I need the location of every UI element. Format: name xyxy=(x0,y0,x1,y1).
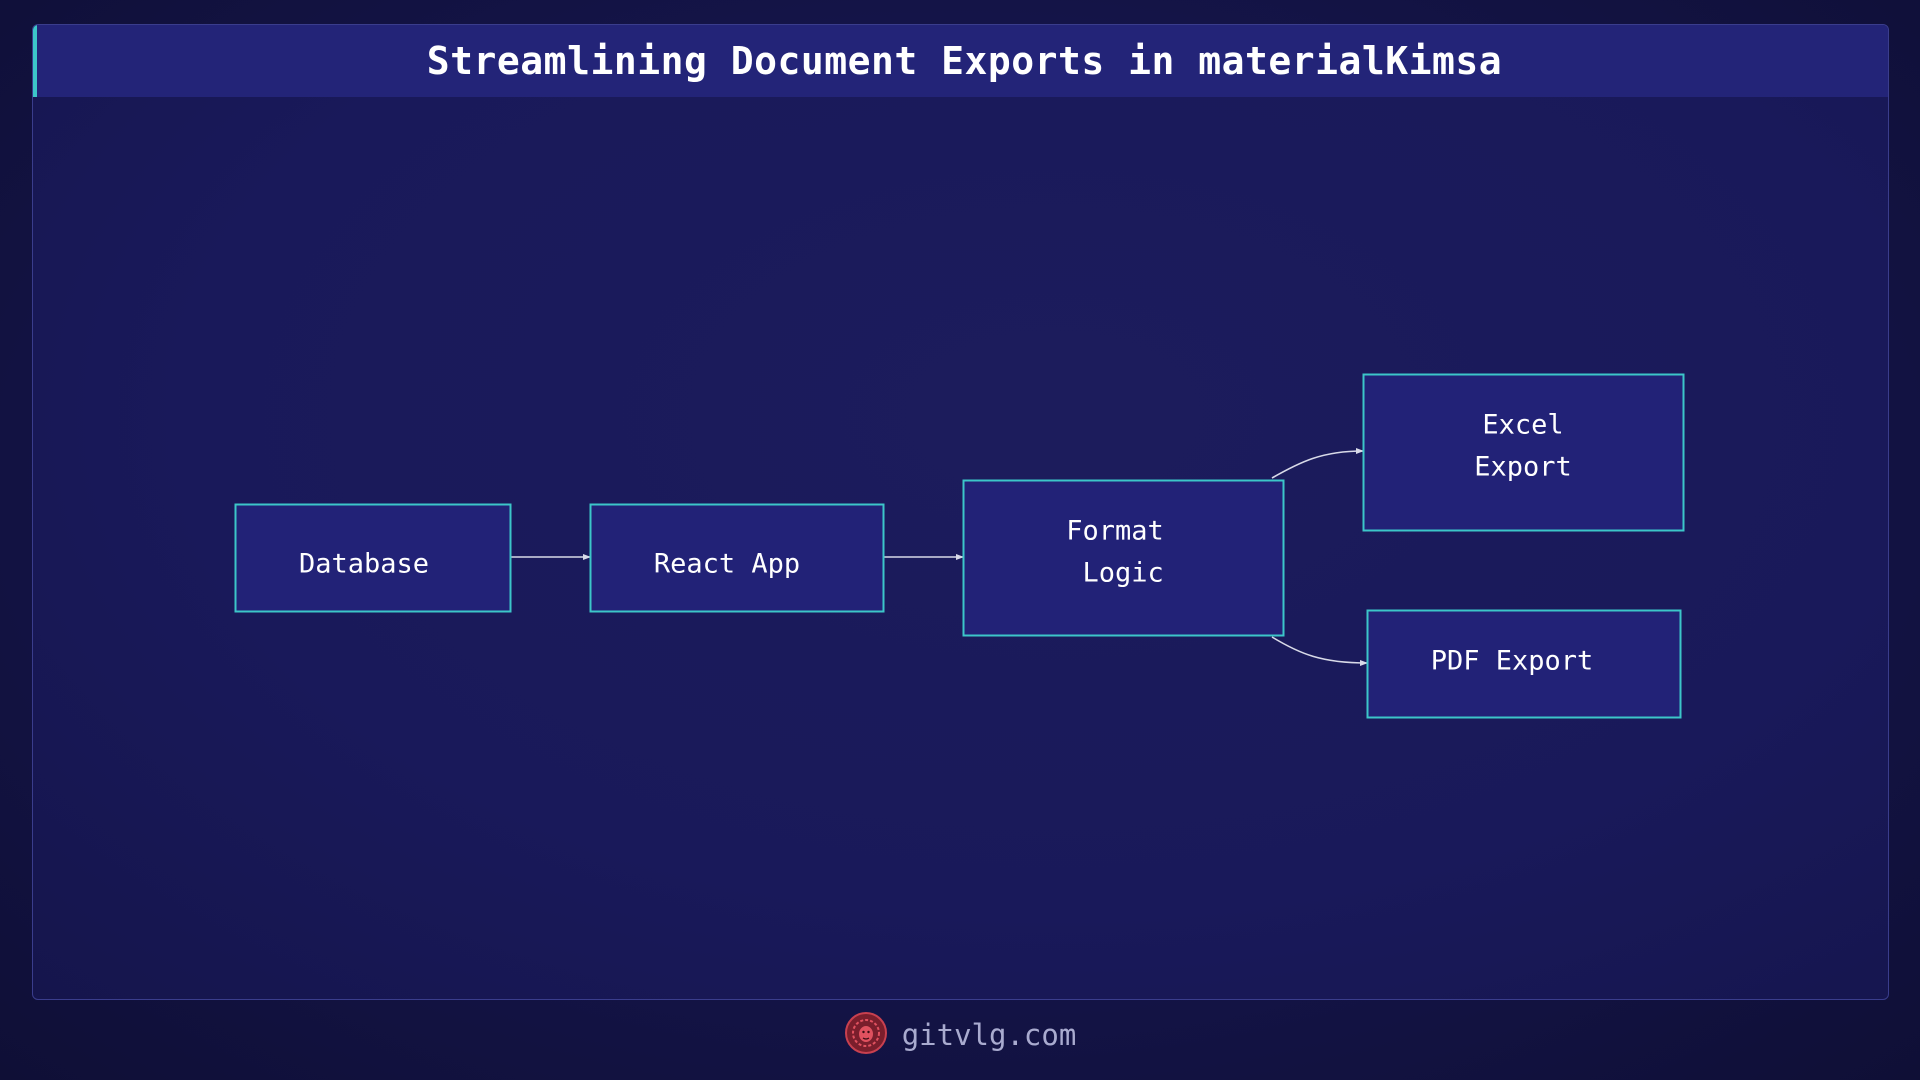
node-database: Database xyxy=(234,503,512,613)
footer: gitvlg.com xyxy=(0,1005,1920,1065)
node-react-app-label: React App xyxy=(654,549,800,580)
footer-site-text[interactable]: gitvlg.com xyxy=(902,1018,1077,1052)
flow-diagram: Database React App Format Logic Excel Ex… xyxy=(234,373,1685,719)
edge-format-logic-to-pdf-export xyxy=(1271,636,1368,666)
node-react-app: React App xyxy=(589,503,885,613)
node-excel-export: Excel Export xyxy=(1362,373,1685,532)
node-excel-export-label-line-2: Export xyxy=(1474,452,1572,483)
node-format-logic: Format Logic xyxy=(962,479,1285,637)
node-excel-export-label-line-1: Excel xyxy=(1482,410,1563,441)
node-format-logic-label-line-1: Format xyxy=(1066,516,1164,547)
node-pdf-export: PDF Export xyxy=(1366,609,1682,719)
node-pdf-export-label: PDF Export xyxy=(1431,646,1594,677)
edge-format-logic-to-excel-export xyxy=(1271,448,1364,479)
node-database-label: Database xyxy=(299,549,429,580)
lion-logo-icon xyxy=(844,1011,888,1059)
node-format-logic-label-line-2: Logic xyxy=(1066,558,1164,589)
